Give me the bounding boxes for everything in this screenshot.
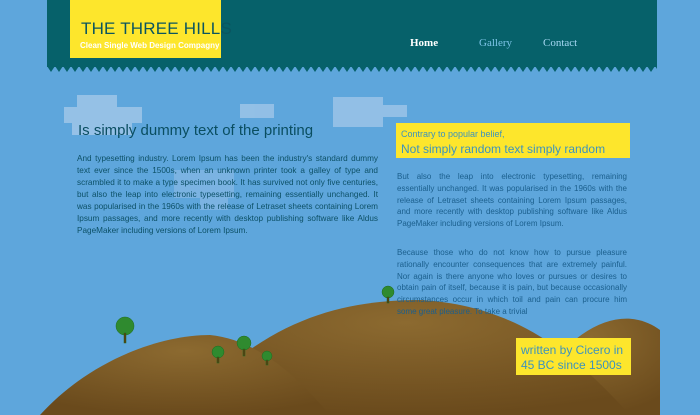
right-box-kicker: Contrary to popular belief, [401,129,505,139]
logo-subtitle: Clean Single Web Design Compagny [80,41,220,50]
nav-home-link[interactable]: Home [410,37,438,49]
cicero-badge: written by Cicero in 45 BC since 1500s [516,338,631,375]
cicero-line-1: written by Cicero in [521,343,624,357]
left-heading: Is simply dummy text of the printing [78,122,314,139]
logo-title: THE THREE HILLS [81,19,233,38]
header-zigzag-edge [47,66,657,72]
right-highlight-box: Contrary to popular belief, Not simply r… [396,123,630,158]
cicero-line-2: 45 BC since 1500s [521,358,622,372]
nav-contact-link[interactable]: Contact [543,37,577,49]
right-paragraph-2: Because those who do not know how to pur… [397,248,627,316]
nav-gallery-link[interactable]: Gallery [479,37,512,49]
logo[interactable]: THE THREE HILLS Clean Single Web Design … [70,0,232,58]
right-box-title: Not simply random text simply random [401,142,606,156]
right-paragraph-1: But also the leap into electronic typese… [397,172,627,229]
left-body-text: And typesetting industry. Lorem Ipsum ha… [77,154,378,235]
